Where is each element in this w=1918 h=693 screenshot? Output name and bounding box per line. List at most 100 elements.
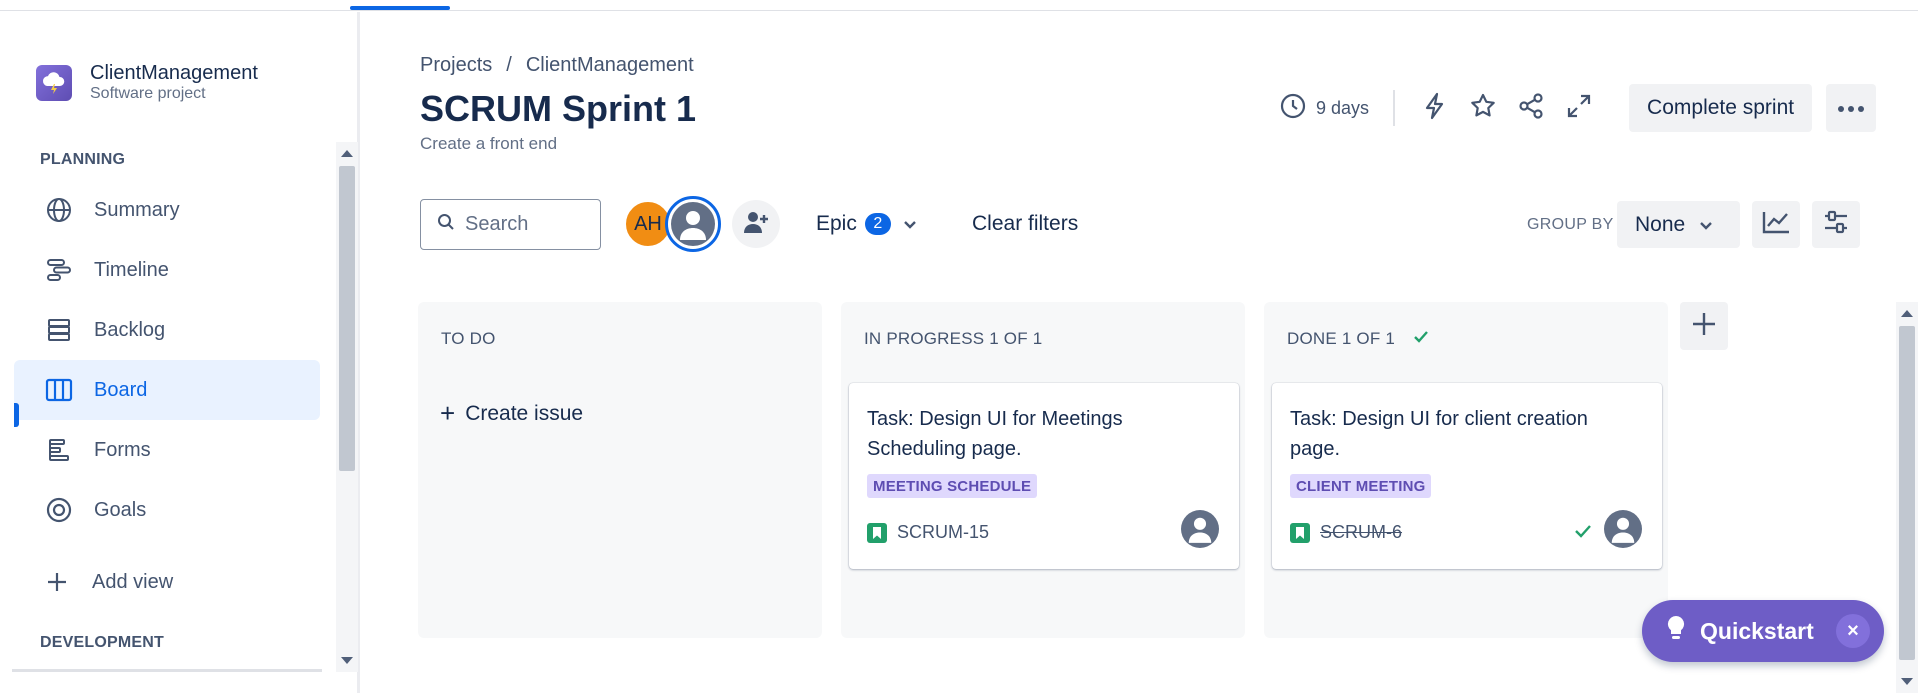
complete-sprint-button[interactable]: Complete sprint bbox=[1629, 84, 1813, 132]
board-column-done: DONE 1 OF 1 Task: Design UI for client c… bbox=[1264, 302, 1668, 638]
plus-icon bbox=[1691, 311, 1717, 342]
issue-key-text: SCRUM-15 bbox=[897, 522, 990, 542]
chart-icon bbox=[1761, 209, 1791, 240]
group-by-value: None bbox=[1635, 212, 1686, 236]
page-title: SCRUM Sprint 1 bbox=[420, 88, 697, 129]
header-divider bbox=[1393, 90, 1396, 126]
chevron-down-icon bbox=[1699, 213, 1713, 237]
column-title: IN PROGRESS 1 OF 1 bbox=[864, 329, 1042, 349]
epic-label[interactable]: MEETING SCHEDULE bbox=[867, 474, 1038, 498]
header-actions: 9 days Complete sprint bbox=[1280, 84, 1877, 132]
sprint-goal: Create a front end bbox=[420, 134, 558, 153]
sidebar-item-summary[interactable]: Summary bbox=[14, 180, 320, 240]
sidebar-item-label: Goals bbox=[94, 498, 147, 521]
column-title: TO DO bbox=[441, 329, 496, 349]
days-remaining: 9 days bbox=[1316, 97, 1370, 118]
epic-filter-dropdown[interactable]: Epic 2 bbox=[806, 200, 927, 248]
assignee-avatar[interactable] bbox=[1181, 510, 1219, 548]
sidebar-item-label: Backlog bbox=[94, 318, 166, 341]
breadcrumb-projects-link[interactable]: Projects bbox=[420, 54, 492, 77]
star-button[interactable] bbox=[1463, 88, 1503, 128]
sidebar-scrollbar[interactable] bbox=[336, 142, 358, 672]
board-column-in-progress: IN PROGRESS 1 OF 1 Task: Design UI for M… bbox=[841, 302, 1245, 638]
sprint-time-remaining[interactable]: 9 days bbox=[1280, 93, 1369, 124]
search-input[interactable] bbox=[465, 213, 585, 236]
issue-key[interactable]: SCRUM-15 bbox=[867, 522, 989, 543]
sidebar-item-timeline[interactable]: Timeline bbox=[14, 240, 320, 300]
sidebar-item-label: Forms bbox=[94, 438, 151, 461]
scroll-up-arrow-icon[interactable] bbox=[1901, 310, 1913, 317]
project-header[interactable]: ClientManagement Software project bbox=[36, 62, 258, 104]
sidebar-item-goals[interactable]: Goals bbox=[14, 480, 320, 540]
create-issue-label: Create issue bbox=[465, 401, 584, 425]
check-icon bbox=[1413, 329, 1429, 349]
user-icon bbox=[671, 202, 715, 246]
sidebar-item-backlog[interactable]: Backlog bbox=[14, 300, 320, 360]
insights-button[interactable] bbox=[1752, 201, 1800, 248]
issue-card[interactable]: Task: Design UI for client creation page… bbox=[1272, 383, 1662, 569]
plus-icon bbox=[42, 567, 72, 597]
scroll-down-arrow-icon[interactable] bbox=[341, 657, 353, 664]
create-issue-button[interactable]: + Create issue bbox=[440, 398, 583, 429]
breadcrumb-project-link[interactable]: ClientManagement bbox=[526, 54, 694, 77]
share-button[interactable] bbox=[1511, 88, 1551, 128]
issue-summary: Task: Design UI for client creation page… bbox=[1290, 408, 1588, 460]
close-icon[interactable]: × bbox=[1836, 614, 1870, 648]
project-avatar-icon bbox=[36, 65, 72, 101]
scroll-up-arrow-icon[interactable] bbox=[341, 150, 353, 157]
development-section-title: DEVELOPMENT bbox=[40, 634, 164, 651]
sidebar-item-board[interactable]: Board bbox=[14, 360, 320, 420]
clock-icon bbox=[1280, 93, 1306, 124]
chevron-down-icon bbox=[903, 212, 917, 236]
share-icon bbox=[1517, 92, 1545, 125]
column-title-text: TO DO bbox=[441, 329, 496, 348]
search-icon bbox=[437, 213, 455, 236]
board-column-todo: TO DO + Create issue bbox=[418, 302, 822, 638]
add-people-button[interactable] bbox=[732, 200, 780, 248]
group-by-label: GROUP BY bbox=[1527, 216, 1614, 233]
issue-key-text: SCRUM-6 bbox=[1320, 522, 1403, 542]
board-icon bbox=[44, 375, 74, 405]
group-by-select[interactable]: None bbox=[1617, 201, 1740, 248]
sidebar-item-label: Board bbox=[94, 378, 148, 401]
top-nav-bar bbox=[0, 0, 1918, 11]
plus-icon: + bbox=[440, 398, 456, 428]
add-column-button[interactable] bbox=[1680, 302, 1728, 350]
column-title: DONE 1 OF 1 bbox=[1287, 329, 1429, 349]
add-view-button[interactable]: Add view bbox=[14, 552, 320, 612]
avatar-filter-unassigned[interactable] bbox=[665, 196, 721, 252]
project-name: ClientManagement bbox=[90, 62, 258, 84]
lightbulb-icon bbox=[1666, 615, 1686, 647]
clear-filters-button[interactable]: Clear filters bbox=[960, 200, 1090, 248]
automation-button[interactable] bbox=[1415, 88, 1455, 128]
globe-icon bbox=[44, 195, 74, 225]
more-actions-button[interactable] bbox=[1826, 84, 1877, 132]
sidebar-divider bbox=[12, 669, 322, 672]
column-title-text: IN PROGRESS 1 OF 1 bbox=[864, 329, 1043, 348]
story-icon bbox=[867, 522, 887, 543]
fullscreen-button[interactable] bbox=[1559, 88, 1599, 128]
issue-card[interactable]: Task: Design UI for Meetings Scheduling … bbox=[849, 383, 1239, 569]
view-settings-button[interactable] bbox=[1812, 201, 1860, 248]
done-check-icon bbox=[1574, 524, 1592, 543]
star-icon bbox=[1469, 92, 1497, 125]
issue-key[interactable]: SCRUM-6 bbox=[1290, 522, 1402, 543]
column-title-text: DONE 1 OF 1 bbox=[1287, 329, 1396, 348]
quickstart-button[interactable]: Quickstart × bbox=[1642, 600, 1884, 662]
expand-icon bbox=[1566, 93, 1592, 124]
board-scrollbar[interactable] bbox=[1896, 302, 1918, 693]
goals-icon bbox=[44, 495, 74, 525]
backlog-icon bbox=[44, 315, 74, 345]
epic-count-badge: 2 bbox=[864, 213, 891, 235]
breadcrumb: Projects / ClientManagement bbox=[420, 54, 694, 77]
project-type: Software project bbox=[90, 85, 206, 102]
scrollbar-thumb[interactable] bbox=[339, 166, 355, 471]
scrollbar-thumb[interactable] bbox=[1899, 326, 1915, 660]
settings-sliders-icon bbox=[1822, 209, 1850, 240]
scroll-down-arrow-icon[interactable] bbox=[1901, 678, 1913, 685]
search-field[interactable] bbox=[420, 199, 601, 250]
epic-label[interactable]: CLIENT MEETING bbox=[1290, 474, 1432, 498]
quickstart-label: Quickstart bbox=[1700, 617, 1814, 644]
assignee-avatar[interactable] bbox=[1604, 510, 1642, 548]
sidebar-item-forms[interactable]: Forms bbox=[14, 420, 320, 480]
